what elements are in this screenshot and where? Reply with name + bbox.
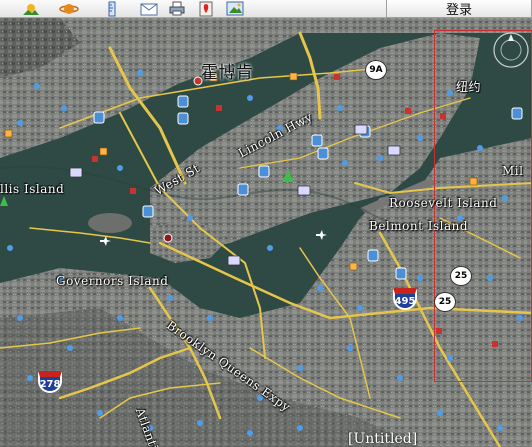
- ruler-icon[interactable]: [101, 0, 123, 17]
- toolbar: 登录: [0, 0, 532, 18]
- placemark-icon[interactable]: [195, 0, 217, 17]
- map-view[interactable]: 霍博肯 纽约 llis Island West St Lincoln Hwy G…: [0, 18, 532, 447]
- toolbar-edge: [0, 0, 14, 17]
- print-icon[interactable]: [166, 0, 188, 17]
- navigation-compass[interactable]: [491, 30, 531, 70]
- route-25-shield: 25: [450, 266, 472, 286]
- map-label-roosevelt-island: Roosevelt Island: [389, 196, 498, 210]
- status-label: [Untitled]: [348, 431, 418, 447]
- map-label-hoboken: 霍博肯: [201, 63, 254, 83]
- route-25-shield-2: 25: [434, 292, 456, 312]
- image-overlay-icon[interactable]: [224, 0, 246, 17]
- map-label-new-york: 纽约: [456, 80, 482, 94]
- planet-icon[interactable]: [58, 0, 80, 17]
- email-icon[interactable]: [138, 0, 160, 17]
- map-label-mill: Mil: [502, 164, 524, 178]
- login-button[interactable]: 登录: [386, 0, 532, 18]
- map-label-belmont-island: Belmont Island: [369, 219, 469, 233]
- route-9a-shield: 9A: [365, 60, 387, 80]
- sun-landscape-icon[interactable]: [20, 0, 42, 17]
- map-label-governors-island: Governors Island: [56, 274, 169, 288]
- map-label-ellis-island: llis Island: [0, 182, 65, 196]
